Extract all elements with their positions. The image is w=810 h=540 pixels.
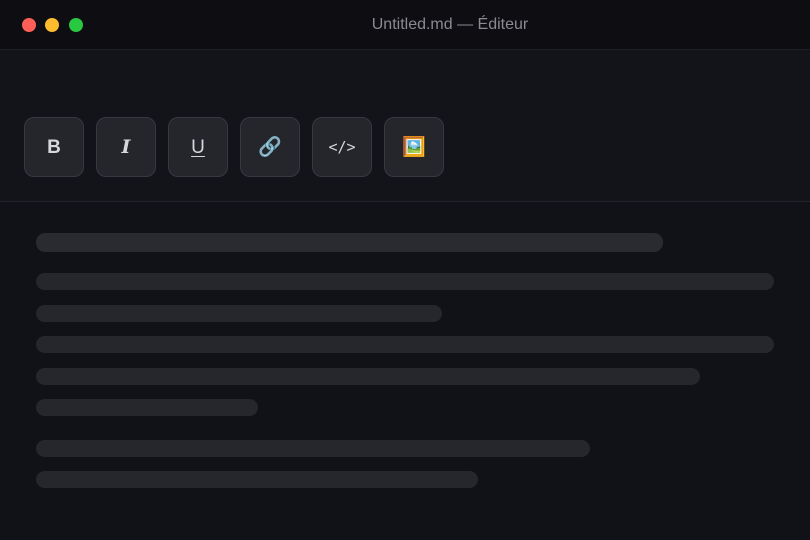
- formatting-toolbar: B I U 🔗 </> 🖼️: [0, 50, 810, 202]
- title-bar: Untitled.md — Éditeur: [0, 0, 810, 50]
- code-icon: </>: [328, 137, 356, 156]
- window-title: Untitled.md — Éditeur: [371, 16, 529, 33]
- document-content[interactable]: [0, 202, 810, 540]
- placeholder-line: [36, 305, 442, 322]
- placeholder-line: [36, 368, 700, 385]
- placeholder-line: [36, 273, 774, 290]
- bold-icon: B: [47, 136, 61, 158]
- code-button[interactable]: </>: [312, 117, 372, 177]
- link-icon: 🔗: [258, 136, 282, 158]
- link-button[interactable]: 🔗: [240, 117, 300, 177]
- underline-button[interactable]: U: [168, 117, 228, 177]
- underline-icon: U: [191, 136, 205, 158]
- placeholder-line: [36, 336, 774, 353]
- editor-window: Untitled.md — Éditeur B I U 🔗 </> 🖼️: [0, 0, 810, 540]
- image-button[interactable]: 🖼️: [384, 117, 444, 177]
- italic-icon: I: [121, 135, 131, 158]
- placeholder-line: [36, 440, 590, 457]
- image-icon: 🖼️: [402, 136, 426, 158]
- bold-button[interactable]: B: [24, 117, 84, 177]
- placeholder-line: [36, 399, 258, 416]
- placeholder-heading: [36, 233, 663, 252]
- placeholder-line: [36, 471, 478, 488]
- italic-button[interactable]: I: [96, 117, 156, 177]
